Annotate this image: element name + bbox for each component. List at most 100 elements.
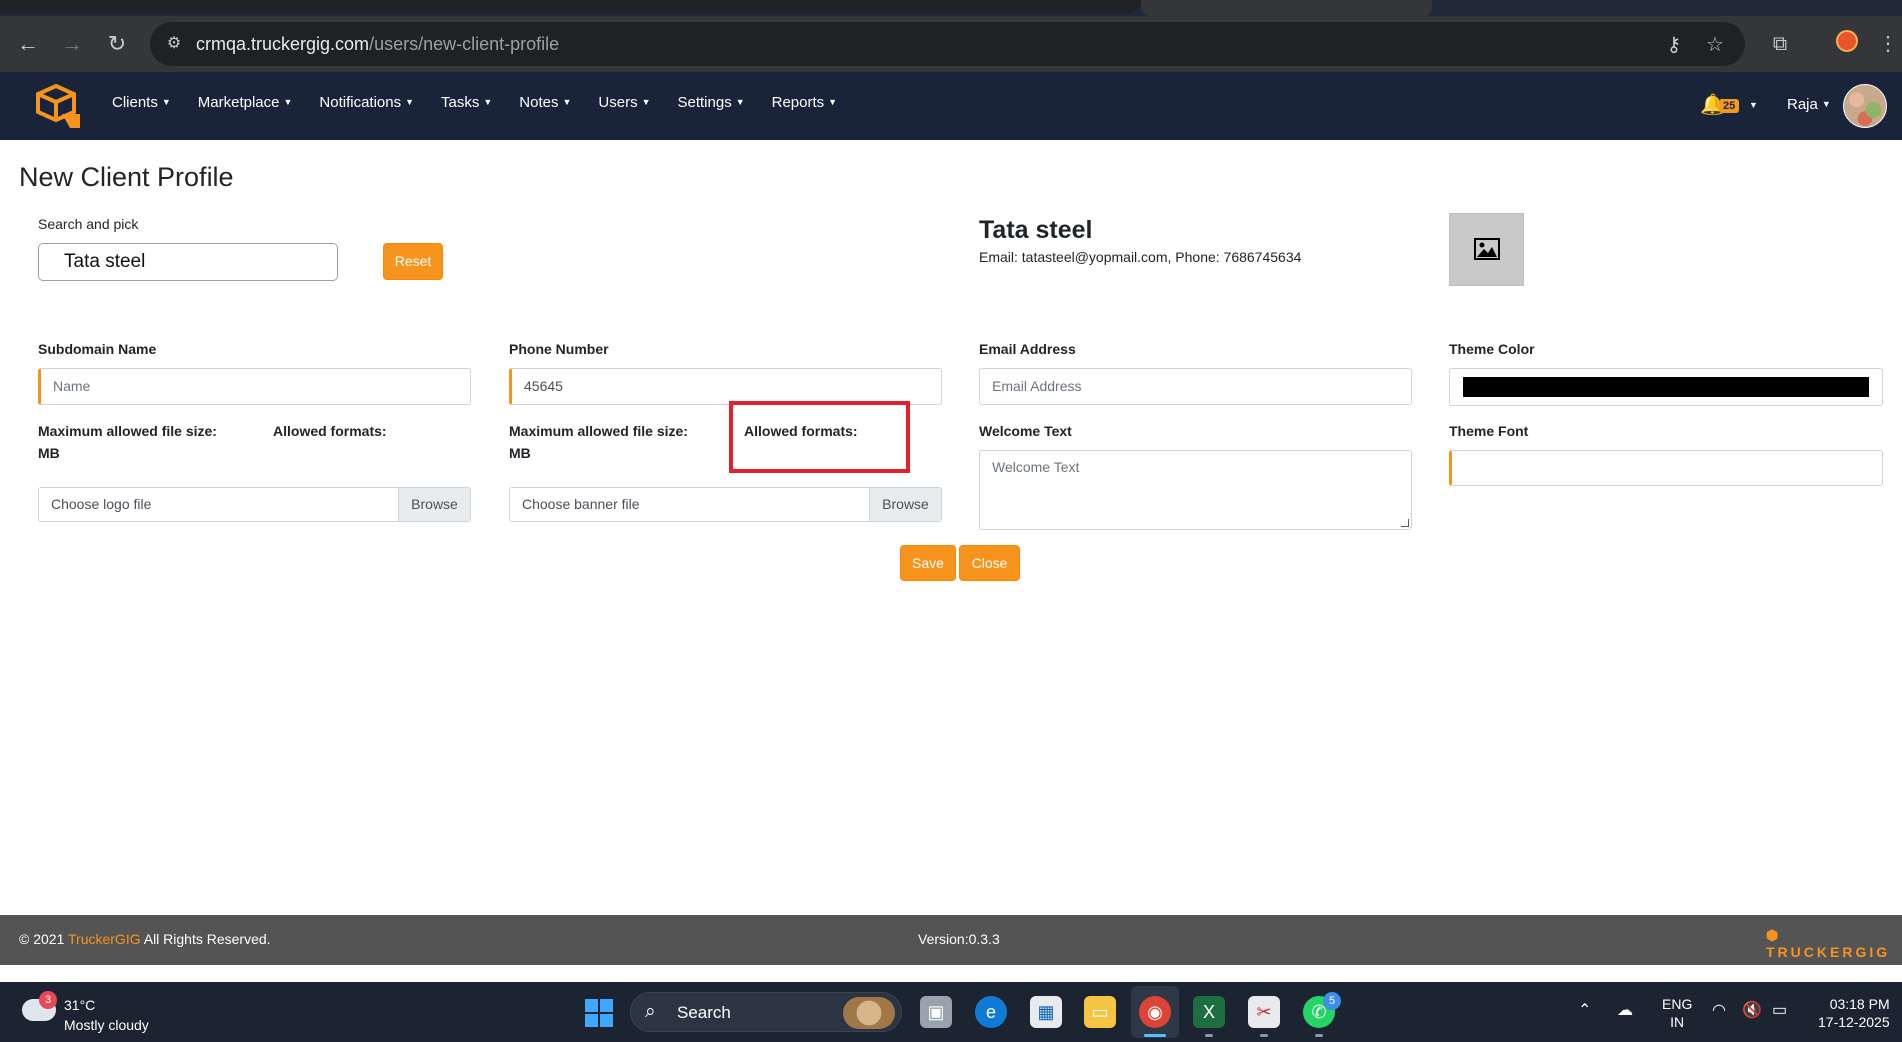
client-logo-placeholder (1449, 213, 1524, 286)
welcome-text-placeholder: Welcome Text (992, 459, 1080, 475)
caret-down-icon: ▼ (641, 97, 651, 107)
file-explorer-icon[interactable]: ▭ (1084, 996, 1116, 1028)
image-icon (1474, 238, 1500, 260)
truckergig-logo-icon[interactable] (34, 84, 82, 130)
close-button[interactable]: Close (959, 545, 1020, 581)
client-contact-info: Email: tatasteel@yopmail.com, Phone: 768… (979, 249, 1302, 265)
taskbar-search[interactable]: ⌕ Search (630, 992, 902, 1032)
menu-reports[interactable]: Reports ▼ (772, 94, 837, 111)
notification-count-badge: 25 (1719, 99, 1740, 113)
password-key-icon[interactable]: ⚷ (1662, 33, 1686, 57)
search-icon: ⌕ (645, 1001, 656, 1022)
reset-button[interactable]: Reset (383, 243, 443, 280)
onedrive-cloud-icon[interactable]: ☁ (1617, 1000, 1633, 1020)
browser-profile-icon[interactable] (1836, 30, 1858, 52)
edge-browser-icon[interactable]: e (975, 996, 1007, 1028)
url-text[interactable]: crmqa.truckergig.com/users/new-client-pr… (196, 34, 559, 55)
logo-file-input[interactable]: Choose logo file Browse (38, 487, 471, 522)
menu-tasks[interactable]: Tasks ▼ (441, 94, 492, 111)
phone-input[interactable]: 45645 (509, 368, 942, 405)
theme-color-swatch (1463, 377, 1869, 397)
theme-font-label: Theme Font (1449, 423, 1529, 439)
browser-tab-active[interactable] (1141, 0, 1432, 16)
chrome-browser-icon[interactable]: ◉ (1139, 996, 1171, 1028)
footer-brand-link[interactable]: TruckerGIG (68, 931, 141, 947)
excel-icon[interactable]: X (1193, 996, 1225, 1028)
battery-icon[interactable]: ▭ (1772, 1000, 1787, 1020)
phone-value: 45645 (524, 378, 563, 394)
browser-menu-icon[interactable]: ⋮ (1874, 30, 1902, 58)
bookmark-star-icon[interactable]: ☆ (1703, 33, 1727, 57)
forward-icon[interactable]: → (58, 30, 86, 58)
logo-file-placeholder: Choose logo file (51, 496, 152, 512)
taskbar-search-label: Search (677, 1003, 731, 1022)
email-label: Email Address (979, 341, 1076, 357)
user-menu[interactable]: Raja ▼ (1787, 96, 1831, 113)
page-title: New Client Profile (19, 162, 234, 192)
browser-tabstrip (0, 0, 1902, 16)
browser-tab-inactive[interactable] (0, 0, 1141, 14)
banner-max-size-label: Maximum allowed file size: (509, 423, 688, 439)
caret-down-icon[interactable]: ▼ (1749, 100, 1758, 110)
caret-down-icon: ▼ (283, 97, 293, 107)
back-icon[interactable]: ← (14, 30, 42, 58)
whatsapp-running-indicator (1315, 1034, 1323, 1037)
banner-file-input[interactable]: Choose banner file Browse (509, 487, 942, 522)
banner-browse-button[interactable]: Browse (869, 488, 941, 521)
caret-down-icon: ▼ (828, 97, 838, 107)
menu-users[interactable]: Users ▼ (598, 94, 650, 111)
menu-marketplace[interactable]: Marketplace ▼ (198, 94, 293, 111)
address-bar[interactable]: ⚙ crmqa.truckergig.com/users/new-client-… (150, 22, 1745, 66)
search-highlight-icon (843, 997, 895, 1029)
email-input[interactable]: Email Address (979, 368, 1412, 405)
welcome-text-input[interactable]: Welcome Text (979, 450, 1412, 530)
task-view-icon[interactable]: ▣ (920, 996, 952, 1028)
phone-label: Phone Number (509, 341, 609, 357)
logo-browse-button[interactable]: Browse (398, 488, 470, 521)
show-hidden-icons-icon[interactable]: ⌃ (1578, 1000, 1591, 1020)
resize-handle-icon[interactable] (1401, 519, 1409, 527)
menu-notes[interactable]: Notes ▼ (519, 94, 571, 111)
menu-notifications[interactable]: Notifications ▼ (319, 94, 414, 111)
client-name: Tata steel (979, 216, 1093, 244)
snipping-running-indicator (1260, 1034, 1268, 1037)
speaker-muted-icon[interactable]: 🔇 (1742, 1000, 1762, 1020)
system-clock[interactable]: 03:18 PM 17-12-2025 (1818, 995, 1890, 1031)
logo-max-size-label: Maximum allowed file size: (38, 423, 217, 439)
extensions-icon[interactable]: ⧉ (1766, 30, 1794, 58)
microsoft-store-icon[interactable]: ▦ (1030, 996, 1062, 1028)
welcome-text-label: Welcome Text (979, 423, 1072, 439)
caret-down-icon: ▼ (562, 97, 572, 107)
menu-settings[interactable]: Settings ▼ (678, 94, 745, 111)
footer-logo: ⬢ TRUCKERGIG (1766, 927, 1891, 960)
windows-taskbar: 3 31°C Mostly cloudy ⌕ Search ▣ e ▦ ▭ ◉ X… (0, 982, 1902, 1042)
save-button[interactable]: Save (900, 545, 956, 581)
menu-clients[interactable]: Clients ▼ (112, 94, 171, 111)
subdomain-input[interactable]: Name (38, 368, 471, 405)
caret-down-icon: ▼ (1821, 99, 1831, 109)
theme-color-label: Theme Color (1449, 341, 1535, 357)
search-label: Search and pick (38, 216, 139, 232)
copyright-text: © 2021 TruckerGIG All Rights Reserved. (19, 931, 271, 947)
browser-toolbar: ← → ↻ ⚙ crmqa.truckergig.com/users/new-c… (0, 16, 1902, 72)
site-settings-icon[interactable]: ⚙ (164, 34, 184, 54)
windows-start-icon[interactable] (585, 999, 613, 1027)
weather-description: Mostly cloudy (64, 1017, 149, 1033)
caret-down-icon: ▼ (161, 97, 171, 107)
language-indicator[interactable]: ENG IN (1662, 995, 1692, 1031)
user-avatar[interactable] (1843, 84, 1887, 128)
excel-running-indicator (1205, 1034, 1213, 1037)
client-search-input[interactable]: Tata steel (38, 243, 338, 281)
wifi-icon[interactable]: ◠ (1712, 1000, 1726, 1020)
snipping-tool-icon[interactable]: ✂ (1248, 996, 1280, 1028)
temperature: 31°C (64, 997, 96, 1013)
chrome-active-indicator (1144, 1034, 1166, 1037)
logo-mb-label: MB (38, 445, 60, 461)
banner-mb-label: MB (509, 445, 531, 461)
theme-font-input[interactable] (1449, 450, 1883, 486)
reload-icon[interactable]: ↻ (103, 30, 131, 58)
theme-color-picker[interactable] (1449, 368, 1883, 406)
subdomain-label: Subdomain Name (38, 341, 157, 357)
page-footer: © 2021 TruckerGIG All Rights Reserved. V… (0, 915, 1902, 965)
app-navbar: Clients ▼ Marketplace ▼ Notifications ▼ Tas… (0, 72, 1902, 140)
